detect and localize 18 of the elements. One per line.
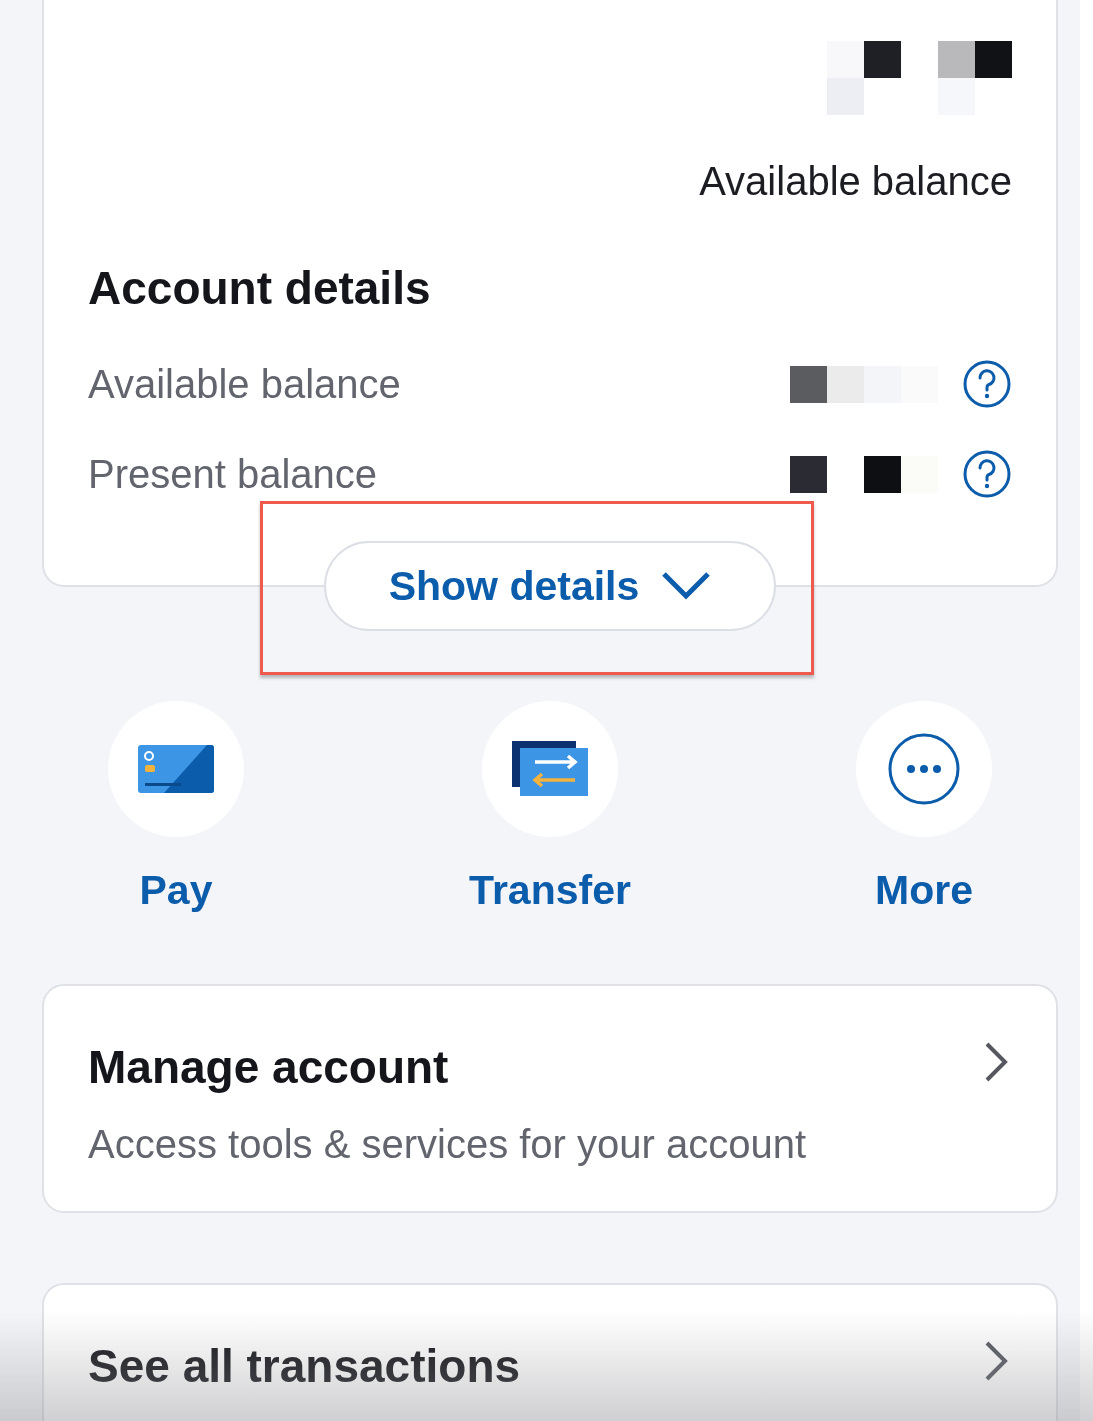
card-icon bbox=[137, 743, 215, 795]
action-button[interactable]: Pay bbox=[76, 701, 276, 914]
link-subtitle: Access tools & services for your account bbox=[88, 1122, 807, 1167]
balance-label: Available balance bbox=[88, 361, 401, 407]
help-icon[interactable] bbox=[962, 359, 1012, 409]
help-icon[interactable] bbox=[962, 449, 1012, 499]
balance-label: Present balance bbox=[88, 451, 378, 497]
link-card[interactable]: See all transactions bbox=[42, 1283, 1058, 1421]
amount-label: Available balance bbox=[699, 159, 1012, 204]
link-card[interactable]: Manage account Access tools & services for your account bbox=[42, 984, 1058, 1213]
action-button[interactable]: More bbox=[824, 701, 1024, 914]
more-icon bbox=[887, 732, 961, 806]
transfer-icon bbox=[511, 740, 589, 798]
action-button[interactable]: Transfer bbox=[450, 701, 650, 914]
section-title: Account details bbox=[88, 261, 432, 315]
link-title: See all transactions bbox=[88, 1339, 521, 1393]
show-details-button[interactable]: Show details bbox=[324, 541, 776, 631]
link-title: Manage account bbox=[88, 1040, 450, 1094]
